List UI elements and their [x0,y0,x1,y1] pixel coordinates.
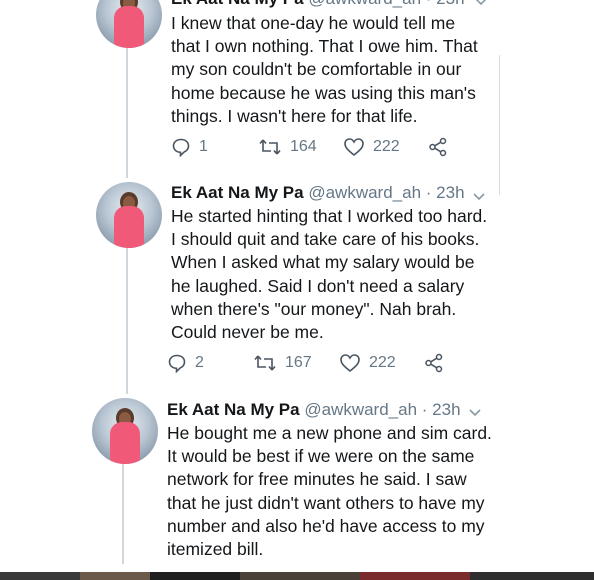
tweet[interactable]: Ek Aat Na My Pa @awkward_ah · 23h I knew… [0,0,594,175]
user-handle[interactable]: @awkward_ah [304,400,417,419]
tweet-text: I knew that one-day he would tell me tha… [171,13,478,126]
bottom-image-strip [0,572,594,580]
reply-button[interactable]: 1 [171,135,208,159]
like-button[interactable]: 222 [343,135,400,159]
retweet-icon [254,355,276,371]
user-handle[interactable]: @awkward_ah [308,183,421,202]
avatar[interactable] [96,0,162,48]
chevron-down-icon[interactable] [472,189,486,203]
reply-count: 1 [199,138,208,155]
tweet-time[interactable]: 23h [432,400,460,419]
like-icon [340,354,360,373]
tweet-actions: 2 167 222 [167,351,467,375]
share-icon[interactable] [424,353,444,373]
tweet-time[interactable]: 23h [436,183,464,202]
tweet-time[interactable]: 23h [436,0,464,8]
reply-count: 2 [195,354,204,371]
display-name[interactable]: Ek Aat Na My Pa [171,0,304,8]
display-name[interactable]: Ek Aat Na My Pa [167,400,300,419]
user-handle[interactable]: @awkward_ah [308,0,421,8]
like-count: 222 [373,138,400,155]
reply-icon [172,138,190,157]
retweet-icon [259,139,281,155]
like-count: 222 [369,354,396,371]
separator: · [425,183,432,202]
retweet-count: 167 [285,354,312,371]
reply-button[interactable]: 2 [167,351,204,375]
chevron-down-icon[interactable] [474,0,488,8]
tweet-header: Ek Aat Na My Pa @awkward_ah · 23h [167,400,461,420]
like-icon [344,138,364,157]
tweet-header: Ek Aat Na My Pa @awkward_ah · 23h [171,183,465,203]
display-name[interactable]: Ek Aat Na My Pa [171,183,304,202]
chevron-down-icon[interactable] [468,405,482,419]
separator: · [426,0,432,8]
retweet-button[interactable]: 167 [253,351,312,375]
avatar[interactable] [96,182,162,248]
reply-icon [168,354,186,373]
like-button[interactable]: 222 [339,351,396,375]
share-icon[interactable] [428,137,448,157]
separator: · [421,400,428,419]
tweet-header: Ek Aat Na My Pa @awkward_ah · 23h [171,0,465,9]
retweet-button[interactable]: 164 [258,135,317,159]
tweet-text: He started hinting that I worked too har… [171,206,488,343]
tweet[interactable]: Ek Aat Na My Pa @awkward_ah · 23h He sta… [0,175,594,390]
tweet[interactable]: Ek Aat Na My Pa @awkward_ah · 23h He bou… [0,390,594,572]
tweet-actions: 1 164 222 [171,135,471,159]
tweet-text: He bought me a new phone and sim card. I… [167,423,492,560]
retweet-count: 164 [290,138,317,155]
avatar[interactable] [92,398,158,464]
